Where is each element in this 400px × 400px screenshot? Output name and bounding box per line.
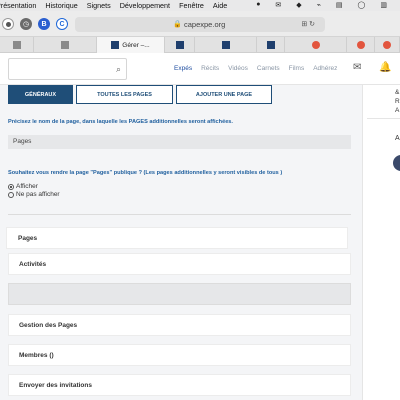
section-gestion-des-pages[interactable]: Gestion des Pages	[8, 314, 351, 336]
url-text[interactable]: capexpe.org	[184, 20, 225, 29]
avatar[interactable]	[393, 155, 400, 171]
browser-tab-active[interactable]: Gérer –...	[97, 37, 165, 53]
sidebar-heading: A	[395, 135, 400, 142]
menu-historique[interactable]: Historique	[45, 1, 77, 10]
status-tray: ● ✉ ◆ ⌁ ▤ ◯ ▥	[256, 1, 396, 9]
nav-videos[interactable]: Vidéos	[228, 65, 248, 72]
lock-icon: 🔒	[173, 21, 182, 28]
tab-favicon	[12, 41, 21, 49]
reload-icon[interactable]: ⊞ ↻	[301, 20, 315, 28]
tray-icon-3[interactable]: ◆	[296, 1, 301, 9]
section-activites[interactable]: Activités	[8, 253, 351, 275]
menu-developpement[interactable]: Développement	[120, 1, 170, 10]
section-membres[interactable]: Membres ()	[8, 344, 351, 366]
site-search: ⌕	[8, 58, 127, 80]
tray-icon-7[interactable]: ▥	[380, 1, 387, 9]
page-name-label: Précisez le nom de la page, dans laquell…	[8, 119, 233, 125]
section-envoyer-invitations[interactable]: Envoyer des invitations	[8, 374, 351, 396]
browser-tab[interactable]	[285, 37, 347, 53]
sidebar-line: Ré	[395, 98, 400, 105]
sidebar-line: &	[395, 89, 400, 96]
search-icon[interactable]: ⌕	[116, 64, 121, 75]
menu-aide[interactable]: Aide	[213, 1, 227, 10]
sidebar-line: A	[395, 107, 400, 114]
extension-c-icon[interactable]: C	[56, 18, 68, 30]
browser-tab[interactable]	[375, 37, 400, 53]
page-name-field[interactable]: Pages	[8, 135, 351, 149]
radio-ne-pas-afficher[interactable]: Ne pas afficher	[8, 191, 60, 198]
tab-strip: Gérer –...	[0, 37, 400, 53]
right-sidebar: & Ré A A	[362, 85, 400, 400]
browser-toolbar: ◷ B C 🔒 capexpe.org ⊞ ↻	[0, 11, 400, 37]
bell-icon[interactable]: 🔔	[379, 62, 391, 73]
tab-favicon	[175, 41, 184, 49]
main-nav: Expés Récits Vidéos Carnets Films Adhére…	[174, 65, 337, 72]
tab-toutes-les-pages[interactable]: TOUTES LES PAGES	[76, 85, 173, 104]
tray-icon-2[interactable]: ✉	[275, 1, 281, 9]
section-empty	[8, 283, 351, 305]
settings-tabs: GÉNÉRAUX TOUTES LES PAGES AJOUTER UNE PA…	[8, 85, 272, 104]
public-question-label: Souhaitez vous rendre la page "Pages" pu…	[8, 170, 283, 176]
envelope-icon[interactable]: ✉	[353, 62, 361, 73]
radio-unchecked-icon[interactable]	[8, 191, 14, 198]
tab-favicon	[111, 41, 120, 49]
sidebar-divider	[367, 118, 400, 119]
divider	[8, 214, 351, 215]
nav-recits[interactable]: Récits	[201, 65, 219, 72]
browser-tab[interactable]	[195, 37, 257, 53]
menubar: Présentation Historique Signets Développ…	[0, 0, 400, 11]
tray-icon-5[interactable]: ▤	[336, 1, 343, 9]
browser-tab[interactable]	[34, 37, 97, 53]
tab-ajouter-une-page[interactable]: AJOUTER UNE PAGE	[176, 85, 272, 104]
header-icons: ✉ 🔔	[353, 62, 392, 73]
nav-adherez[interactable]: Adhérez	[313, 65, 337, 72]
record-icon[interactable]	[2, 18, 14, 30]
tab-favicon	[266, 41, 275, 49]
browser-tab[interactable]	[347, 37, 375, 53]
nav-films[interactable]: Films	[289, 65, 305, 72]
radio-label: Afficher	[16, 183, 38, 190]
radio-label: Ne pas afficher	[16, 191, 60, 198]
radio-afficher[interactable]: Afficher	[8, 183, 38, 190]
menu-fenetre[interactable]: Fenêtre	[179, 1, 204, 10]
tray-icon-1[interactable]: ●	[256, 1, 260, 9]
main-content: GÉNÉRAUX TOUTES LES PAGES AJOUTER UNE PA…	[0, 85, 362, 400]
tab-favicon	[61, 41, 69, 49]
site-header: ⌕ Expés Récits Vidéos Carnets Films Adhé…	[0, 53, 400, 85]
address-bar[interactable]: 🔒 capexpe.org ⊞ ↻	[75, 17, 325, 32]
search-input[interactable]	[13, 59, 108, 79]
history-icon[interactable]: ◷	[20, 18, 32, 30]
nav-carnets[interactable]: Carnets	[257, 65, 280, 72]
browser-tab[interactable]	[0, 37, 34, 53]
tab-favicon	[356, 41, 365, 49]
section-pages[interactable]: Pages	[6, 227, 348, 249]
tab-favicon	[221, 41, 230, 49]
browser-tab[interactable]	[165, 37, 195, 53]
tab-generaux[interactable]: GÉNÉRAUX	[8, 85, 73, 104]
browser-tab[interactable]	[257, 37, 285, 53]
tray-icon-4[interactable]: ⌁	[317, 1, 321, 9]
radio-checked-icon[interactable]	[8, 183, 14, 190]
tab-label: Gérer –...	[122, 41, 150, 49]
tab-favicon	[383, 41, 391, 49]
menu-presentation[interactable]: Présentation	[0, 1, 36, 10]
tray-icon-6[interactable]: ◯	[358, 1, 366, 9]
tab-favicon	[311, 41, 320, 49]
menu-signets[interactable]: Signets	[87, 1, 111, 10]
sidebar-text: & Ré A	[395, 88, 400, 115]
nav-expes[interactable]: Expés	[174, 65, 192, 72]
extension-b-icon[interactable]: B	[38, 18, 50, 30]
